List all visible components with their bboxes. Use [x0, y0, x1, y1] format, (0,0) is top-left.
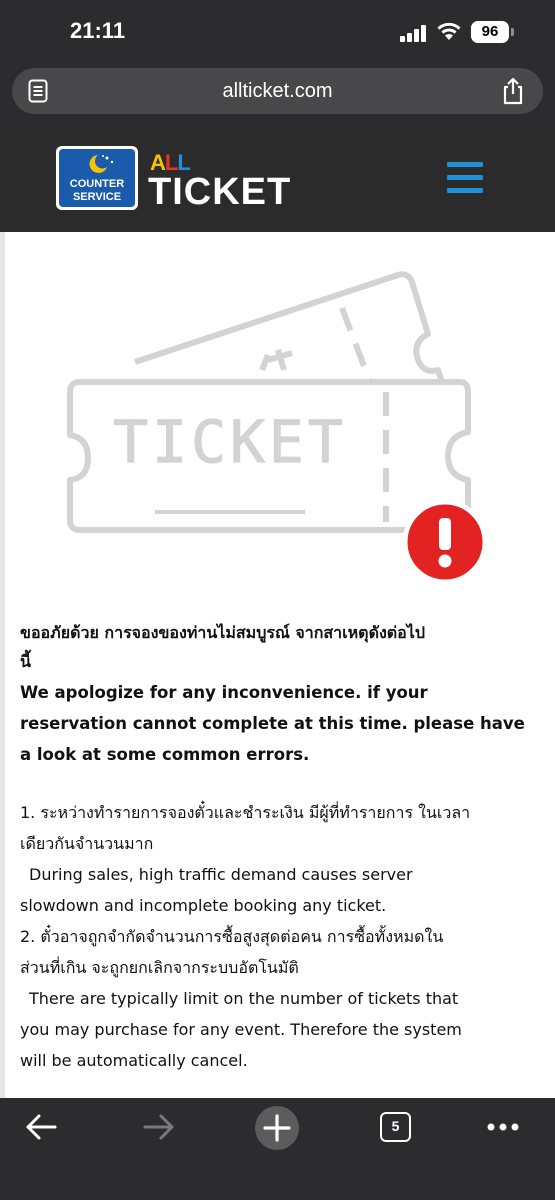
- error-item-2-thai: 2. ตั๋วอาจถูกจำกัดจำนวนการซื้อสูงสุดต่อค…: [20, 927, 444, 977]
- ticket-error-illustration: TICKET: [67, 271, 488, 585]
- counter-service-logo[interactable]: COUNTER SERVICE: [56, 146, 138, 210]
- tab-switcher-button[interactable]: 5: [380, 1112, 411, 1142]
- share-icon[interactable]: [501, 77, 525, 105]
- status-bar: 21:11 96: [0, 0, 555, 64]
- new-tab-plus-icon[interactable]: [255, 1106, 299, 1150]
- heading-thai: ขออภัยด้วย การจองของท่านไม่สมบูรณ์ จากสา…: [20, 623, 425, 671]
- hamburger-menu-icon[interactable]: [447, 162, 483, 194]
- alert-icon: [402, 499, 488, 585]
- more-options-icon[interactable]: [486, 1122, 520, 1132]
- moon-stars-icon: [89, 155, 114, 173]
- clock: 21:11: [70, 18, 126, 43]
- counter-service-text: COUNTER SERVICE: [69, 178, 125, 203]
- battery-tip: [511, 28, 514, 36]
- address-bar[interactable]: allticket.com: [12, 68, 543, 114]
- ticket-word: TICKET: [113, 408, 347, 476]
- content-left-border: [0, 232, 5, 1100]
- error-item-2-english: There are typically limit on the number …: [20, 989, 462, 1070]
- ticket-brand-text: TICKET: [148, 171, 292, 213]
- wifi-icon: [437, 22, 461, 40]
- forward-arrow-icon[interactable]: [142, 1110, 176, 1144]
- browser-address-area: allticket.com: [0, 64, 555, 126]
- back-arrow-icon[interactable]: [24, 1110, 58, 1144]
- heading-english: We apologize for any inconvenience. if y…: [20, 683, 525, 764]
- url-text[interactable]: allticket.com: [12, 80, 543, 103]
- browser-toolbar: 5: [0, 1098, 555, 1200]
- cellular-signal-icon: [400, 24, 428, 42]
- error-item-1-thai: 1. ระหว่างทำรายการจองตั๋วและชำระเงิน มีผ…: [20, 803, 471, 853]
- error-item-1-english: During sales, high traffic demand causes…: [20, 865, 413, 915]
- battery-level: 96: [471, 21, 509, 43]
- error-message: ขออภัยด้วย การจองของท่านไม่สมบูรณ์ จากสา…: [20, 618, 540, 1076]
- back-ticket-icon: [134, 271, 447, 389]
- front-ticket-icon: TICKET: [67, 379, 471, 533]
